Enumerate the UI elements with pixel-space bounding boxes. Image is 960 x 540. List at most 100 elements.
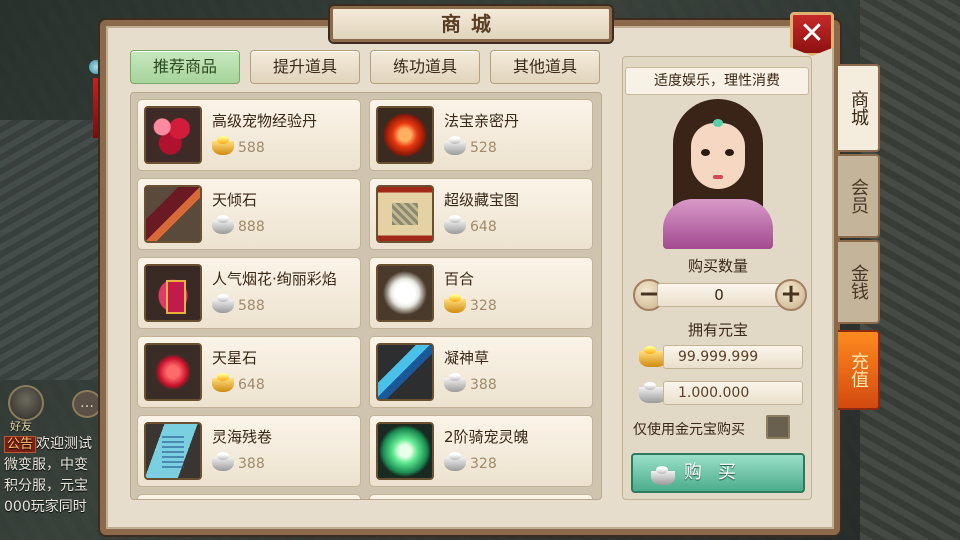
gold-ingot-icon — [212, 378, 234, 392]
item-price: 648 — [212, 377, 265, 393]
price-value: 588 — [238, 140, 265, 156]
tab-recommended[interactable]: 推荐商品 — [130, 50, 240, 84]
chat-line: 000玩家同时 — [4, 499, 87, 515]
notice-tag: 公告 — [4, 436, 37, 453]
silver-ingot-icon — [444, 220, 466, 234]
item-price: 648 — [444, 219, 497, 235]
tianxing-stone-icon — [144, 343, 202, 401]
item-grid: 高级宠物经验丹 588 法宝亲密丹 528 天倾石 888 超级藏宝图 648 … — [137, 99, 593, 499]
friend-icon[interactable] — [8, 385, 44, 421]
item-name: 百合 — [444, 270, 475, 288]
side-tab-shop[interactable]: 商城 — [838, 64, 880, 152]
item-name: 2阶骑宠灵魄 — [444, 428, 529, 446]
item-price: 588 — [212, 298, 265, 314]
increase-button[interactable]: + — [775, 279, 807, 311]
purchase-side-panel: 适度娱乐，理性消费 购买数量 − 0 + 拥有元宝 99.999.999 1.0… — [622, 56, 812, 500]
chat-text: 欢迎测试 — [36, 436, 93, 452]
chat-bubble-icon[interactable]: … — [72, 390, 102, 418]
ningshen-herb-icon — [376, 343, 434, 401]
shop-item[interactable]: 法宝亲密丹 528 — [369, 99, 593, 171]
panel-title: 商城 — [330, 6, 612, 42]
item-price: 388 — [444, 377, 497, 393]
shop-item[interactable]: 凝神草 388 — [369, 336, 593, 408]
tianqing-stone-icon — [144, 185, 202, 243]
price-value: 328 — [470, 456, 497, 472]
shop-item[interactable]: 高级宠物经验丹 588 — [137, 99, 361, 171]
item-price: 888 — [212, 219, 265, 235]
chat-panel: 公告 欢迎测试 微变服，中变 积分服，元宝 000玩家同时 — [4, 434, 108, 518]
quantity-label: 购买数量 — [687, 257, 748, 275]
friend-label: 好友 — [10, 420, 32, 433]
shop-item[interactable]: 人气烟花·绚丽彩焰 588 — [137, 257, 361, 329]
only-gold-checkbox[interactable] — [766, 415, 790, 439]
item-price: 588 — [212, 140, 265, 156]
only-gold-label: 仅使用金元宝购买 — [633, 422, 745, 438]
item-name: 超级藏宝图 — [444, 191, 520, 209]
linghai-scroll-icon — [144, 422, 202, 480]
chat-line: 积分服，元宝 — [4, 478, 88, 494]
item-name: 法宝亲密丹 — [444, 112, 520, 130]
shop-item[interactable]: 灵海残卷 388 — [137, 415, 361, 487]
gold-ingot-icon — [444, 299, 466, 313]
tab-training[interactable]: 练功道具 — [370, 50, 480, 84]
silver-ingot-icon — [444, 378, 466, 392]
shop-item[interactable]: 百合 328 — [369, 257, 593, 329]
pet-pill-icon — [144, 106, 202, 164]
item-price: 528 — [444, 140, 497, 156]
shop-item[interactable]: 天倾石 888 — [137, 178, 361, 250]
shop-item-partial[interactable] — [137, 494, 361, 499]
tab-other[interactable]: 其他道具 — [490, 50, 600, 84]
price-value: 588 — [238, 298, 265, 314]
silver-ingot-icon — [444, 457, 466, 471]
shop-item[interactable]: 超级藏宝图 648 — [369, 178, 593, 250]
chat-line: 微变服，中变 — [4, 457, 88, 473]
tab-upgrade[interactable]: 提升道具 — [250, 50, 360, 84]
item-price: 328 — [444, 456, 497, 472]
silver-ingot-icon — [444, 141, 466, 155]
gold-balance: 99.999.999 — [663, 345, 803, 369]
chat-line: 公告 欢迎测试 — [4, 434, 108, 455]
item-price: 328 — [444, 298, 497, 314]
shop-item[interactable]: 2阶骑宠灵魄 328 — [369, 415, 593, 487]
shopkeeper-portrait — [653, 99, 783, 249]
fabao-pill-icon — [376, 106, 434, 164]
silver-ingot-icon — [212, 299, 234, 313]
silver-ingot-icon — [651, 465, 675, 485]
price-value: 328 — [470, 298, 497, 314]
silver-balance: 1.000.000 — [663, 381, 803, 405]
moderation-notice: 适度娱乐，理性消费 — [625, 67, 809, 95]
price-value: 388 — [238, 456, 265, 472]
category-tabs: 推荐商品 提升道具 练功道具 其他道具 — [130, 50, 600, 84]
firework-icon — [144, 264, 202, 322]
close-button[interactable]: ✕ — [790, 12, 834, 56]
price-value: 528 — [470, 140, 497, 156]
item-name: 高级宠物经验丹 — [212, 112, 318, 130]
price-value: 648 — [238, 377, 265, 393]
price-value: 888 — [238, 219, 265, 235]
shop-item-partial[interactable] — [369, 494, 593, 499]
silver-ingot-icon — [212, 457, 234, 471]
shop-item[interactable]: 天星石 648 — [137, 336, 361, 408]
side-tab-vip[interactable]: 会员 — [838, 154, 880, 238]
side-tab-recharge[interactable]: 充值 — [838, 330, 880, 410]
item-name: 灵海残卷 — [212, 428, 273, 446]
silver-ingot-icon — [212, 220, 234, 234]
price-value: 388 — [470, 377, 497, 393]
buy-button[interactable]: 购买 — [631, 453, 805, 493]
side-tab-money[interactable]: 金钱 — [838, 240, 880, 324]
buy-label: 购买 — [684, 462, 752, 483]
lily-icon — [376, 264, 434, 322]
item-name: 天星石 — [212, 349, 258, 367]
gold-ingot-icon — [212, 141, 234, 155]
owned-yuanbao-label: 拥有元宝 — [687, 321, 748, 339]
item-grid-container: 高级宠物经验丹 588 法宝亲密丹 528 天倾石 888 超级藏宝图 648 … — [130, 92, 602, 500]
red-tassel-icon — [93, 78, 98, 138]
item-price: 388 — [212, 456, 265, 472]
item-name: 凝神草 — [444, 349, 490, 367]
price-value: 648 — [470, 219, 497, 235]
quantity-stepper: − 0 + — [633, 279, 807, 311]
item-name: 天倾石 — [212, 191, 258, 209]
quantity-field[interactable]: 0 — [657, 283, 781, 307]
mount-soul-icon — [376, 422, 434, 480]
treasure-map-icon — [376, 185, 434, 243]
